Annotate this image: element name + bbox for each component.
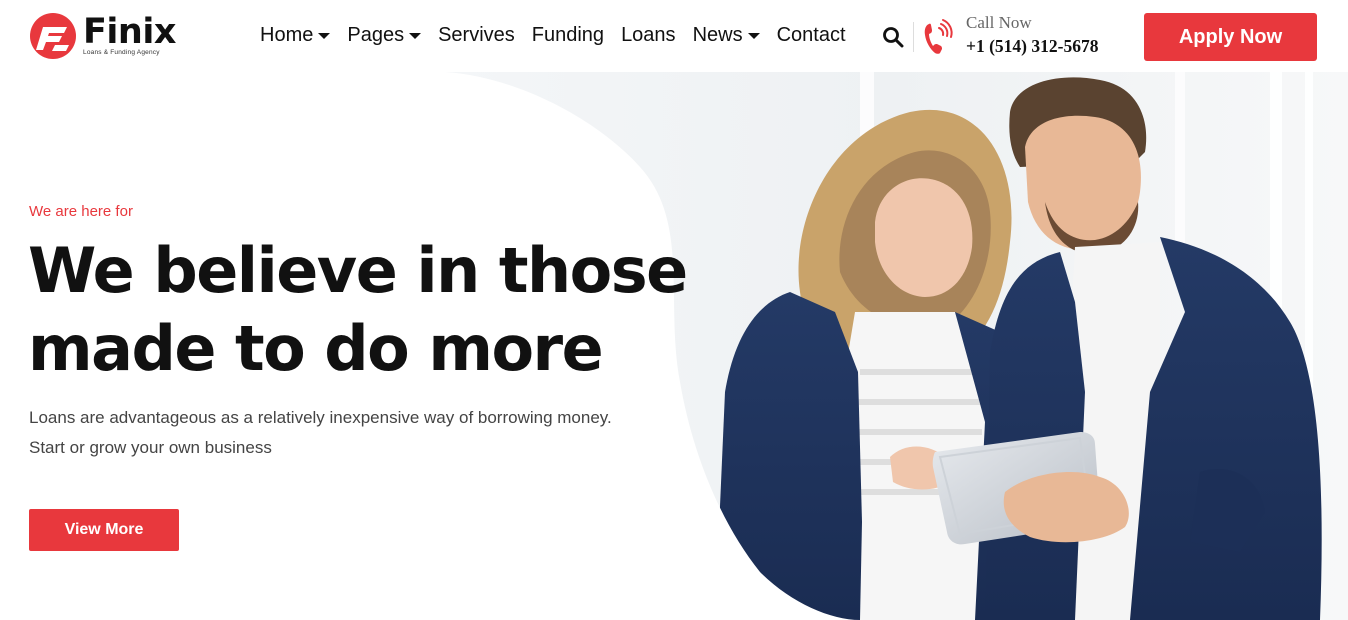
phone-icon xyxy=(924,19,953,54)
nav-item-funding[interactable]: Funding xyxy=(532,24,604,47)
hero-headline: We believe in those made to do more xyxy=(28,232,708,388)
view-more-button[interactable]: View More xyxy=(29,509,179,551)
call-now-label: Call Now xyxy=(966,13,1032,32)
call-now-block: Call Now +1 (514) 312-5678 xyxy=(966,13,1098,57)
nav-item-label: Pages xyxy=(347,24,405,46)
nav-item-news[interactable]: News xyxy=(693,24,760,47)
brand-logo[interactable]: Finix Loans & Funding Agency xyxy=(29,12,176,62)
hero-description-line-1: Loans are advantageous as a relatively i… xyxy=(29,408,612,427)
caret-down-icon xyxy=(409,33,422,39)
nav-item-loans[interactable]: Loans xyxy=(621,24,676,47)
caret-down-icon xyxy=(747,33,760,39)
hero-headline-line-2: made to do more xyxy=(28,312,604,385)
hero-description: Loans are advantageous as a relatively i… xyxy=(29,403,669,463)
hero-section: We are here for We believe in those made… xyxy=(0,72,1348,620)
nav-item-label: Funding xyxy=(531,24,605,46)
nav-item-label: Contact xyxy=(776,24,846,46)
nav-item-label: Home xyxy=(260,24,314,46)
nav-item-label: Loans xyxy=(621,24,676,46)
hero-eyebrow: We are here for xyxy=(29,203,133,220)
nav-item-label: News xyxy=(692,24,743,46)
brand-name: Finix xyxy=(83,12,176,52)
nav-item-label: Servives xyxy=(438,24,515,46)
apply-now-button[interactable]: Apply Now xyxy=(1144,13,1317,61)
nav-item-home[interactable]: Home xyxy=(260,24,331,47)
logo-text: Finix Loans & Funding Agency xyxy=(83,12,176,56)
hero-headline-line-1: We believe in those xyxy=(28,234,688,307)
main-nav: Home Pages Servives Funding Loans News C… xyxy=(260,24,863,47)
caret-down-icon xyxy=(318,33,331,39)
nav-item-contact[interactable]: Contact xyxy=(777,24,846,47)
site-header: Finix Loans & Funding Agency Home Pages … xyxy=(0,0,1348,72)
phone-number[interactable]: +1 (514) 312-5678 xyxy=(966,36,1098,57)
hero-description-line-2: Start or grow your own business xyxy=(29,438,272,457)
header-divider xyxy=(913,22,914,52)
nav-item-pages[interactable]: Pages xyxy=(347,24,422,47)
nav-item-servives[interactable]: Servives xyxy=(438,24,515,47)
finix-logo-icon xyxy=(30,13,76,59)
search-icon[interactable] xyxy=(882,26,904,48)
